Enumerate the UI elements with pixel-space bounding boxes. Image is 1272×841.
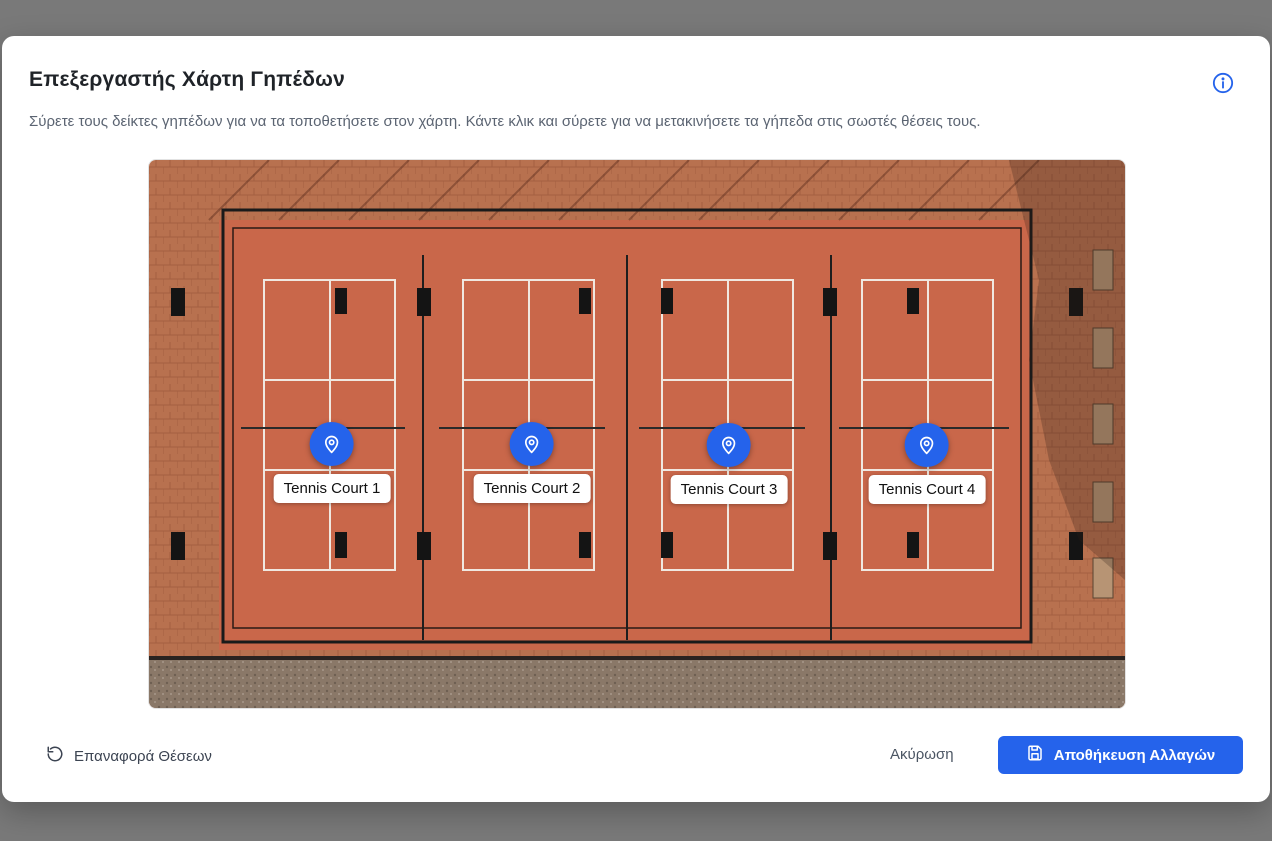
court-marker-2[interactable]: Tennis Court 2	[473, 422, 591, 503]
court-marker-3[interactable]: Tennis Court 3	[670, 423, 788, 504]
map-pin-icon	[707, 423, 751, 467]
reset-positions-button[interactable]: Επαναφορά Θέσεων	[46, 745, 212, 767]
court-label: Tennis Court 2	[473, 474, 591, 503]
reset-icon	[46, 745, 64, 767]
court-label: Tennis Court 4	[868, 475, 986, 504]
save-label: Αποθήκευση Αλλαγών	[1053, 746, 1216, 764]
reset-label: Επαναφορά Θέσεων	[74, 747, 212, 765]
court-marker-4[interactable]: Tennis Court 4	[868, 423, 986, 504]
map-pin-icon	[310, 422, 354, 466]
court-label: Tennis Court 1	[273, 474, 391, 503]
modal-subtitle: Σύρετε τους δείκτες γηπέδων για να τα το…	[29, 113, 981, 130]
map-pin-icon	[905, 423, 949, 467]
info-icon[interactable]	[1211, 71, 1235, 95]
court-map-editor-modal: Επεξεργαστής Χάρτη Γηπέδων Σύρετε τους δ…	[2, 36, 1270, 802]
court-map[interactable]: Tennis Court 1 Tennis Court 2 Tennis Cou…	[148, 159, 1126, 709]
map-pin-icon	[510, 422, 554, 466]
save-icon	[1026, 744, 1044, 766]
court-label: Tennis Court 3	[670, 475, 788, 504]
court-marker-1[interactable]: Tennis Court 1	[273, 422, 391, 503]
modal-title: Επεξεργαστής Χάρτη Γηπέδων	[29, 68, 345, 91]
cancel-button[interactable]: Ακύρωση	[890, 746, 954, 763]
save-changes-button[interactable]: Αποθήκευση Αλλαγών	[998, 736, 1243, 774]
